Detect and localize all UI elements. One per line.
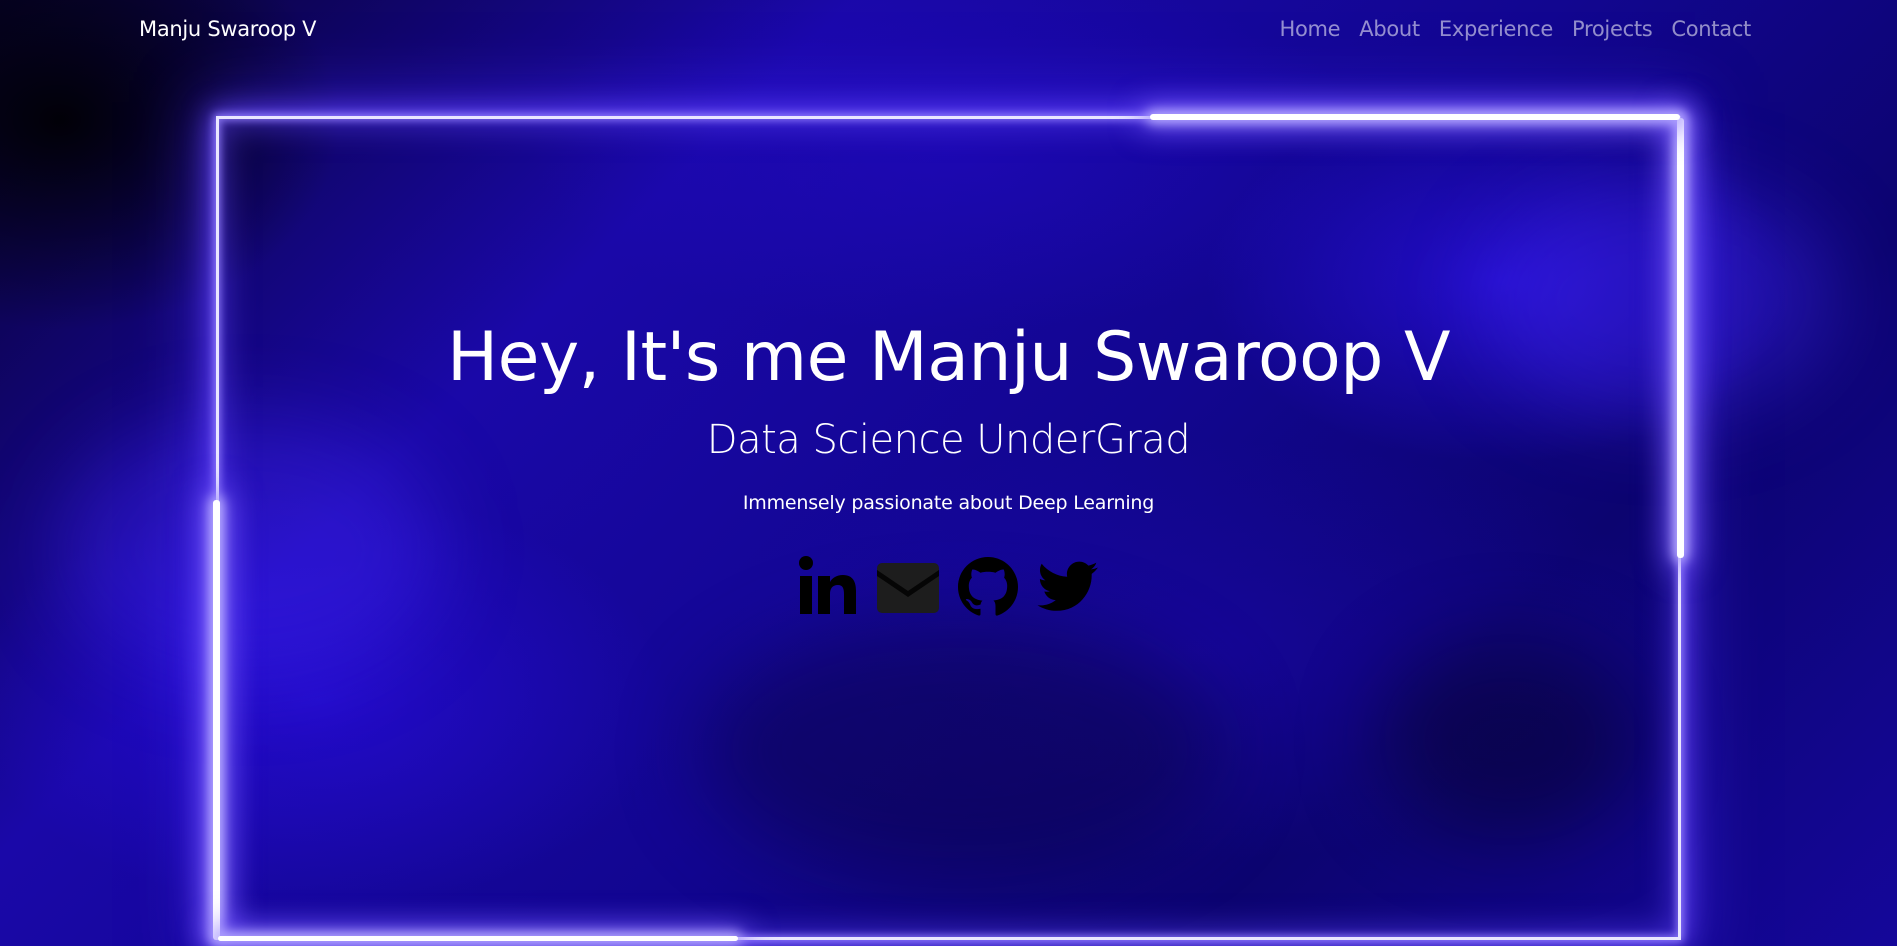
nav-link-contact[interactable]: Contact <box>1671 17 1751 41</box>
github-icon <box>958 557 1018 616</box>
neon-frame-highlight <box>218 936 738 941</box>
linkedin-link[interactable] <box>795 554 861 618</box>
neon-frame-highlight <box>213 500 220 940</box>
linkedin-icon <box>799 556 856 614</box>
navbar: Manju Swaroop V Home About Experience Pr… <box>0 0 1897 64</box>
hero-title: Hey, It's me Manju Swaroop V <box>446 318 1451 397</box>
neon-frame <box>216 116 1681 940</box>
nav-link-about[interactable]: About <box>1359 17 1420 41</box>
hero-tagline: Immensely passionate about Deep Learning <box>742 492 1155 514</box>
twitter-icon <box>1037 561 1098 611</box>
brand-link[interactable]: Manju Swaroop V <box>139 17 317 41</box>
page: Manju Swaroop V Home About Experience Pr… <box>0 0 1897 946</box>
hero-subtitle: Data Science UnderGrad <box>706 417 1191 463</box>
github-link[interactable] <box>955 554 1021 618</box>
email-icon <box>877 563 939 613</box>
twitter-link[interactable] <box>1035 554 1101 618</box>
nav-link-home[interactable]: Home <box>1279 17 1340 41</box>
nav-link-experience[interactable]: Experience <box>1439 17 1553 41</box>
nav-links: Home About Experience Projects Contact <box>1279 17 1751 41</box>
neon-frame-highlight <box>1150 114 1680 120</box>
email-link[interactable] <box>875 554 941 618</box>
nav-link-projects[interactable]: Projects <box>1572 17 1653 41</box>
social-links <box>795 554 1101 618</box>
